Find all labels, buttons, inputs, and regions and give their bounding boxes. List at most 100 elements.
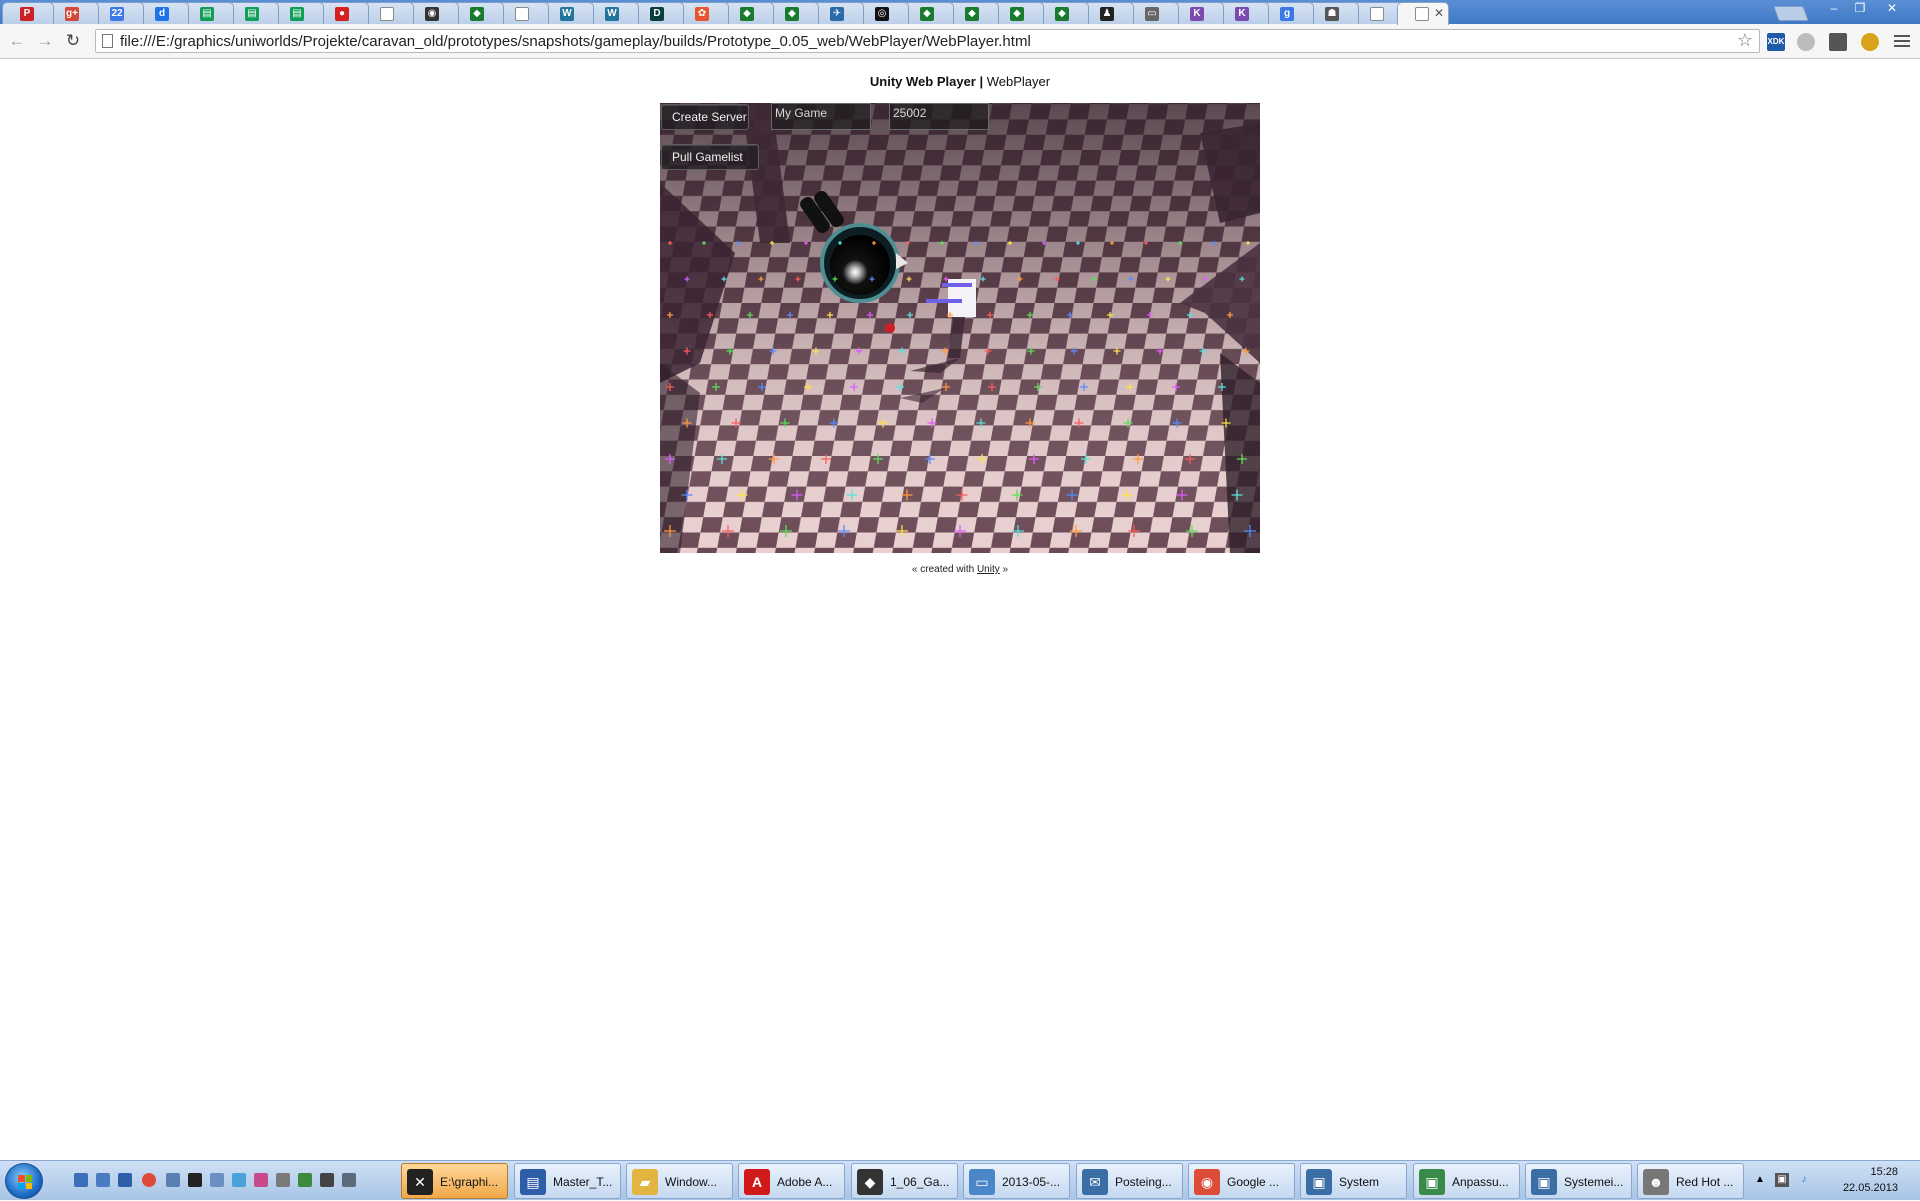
taskbar-item[interactable]: ▰ Window...: [626, 1163, 733, 1199]
browser-tab[interactable]: ▤: [227, 2, 279, 24]
address-bar[interactable]: file:///E:/graphics/uniworlds/Projekte/c…: [95, 29, 1760, 53]
chrome-icon[interactable]: [142, 1173, 156, 1187]
browser-tab[interactable]: [362, 2, 414, 24]
browser-tab[interactable]: ✕: [1397, 2, 1449, 25]
browser-tab[interactable]: ✿: [677, 2, 729, 24]
quicklaunch-icon[interactable]: [320, 1173, 334, 1187]
browser-tab[interactable]: ▭: [1127, 2, 1179, 24]
extension-icon[interactable]: [1829, 33, 1847, 51]
page-icon: [102, 34, 113, 48]
browser-tab[interactable]: [497, 2, 549, 24]
close-window-icon[interactable]: ✕: [1880, 0, 1904, 18]
browser-tab[interactable]: ◆: [947, 2, 999, 24]
browser-tab[interactable]: ☗: [1307, 2, 1359, 24]
browser-tab[interactable]: ◆: [722, 2, 774, 24]
new-tab-button[interactable]: [1773, 6, 1809, 21]
quicklaunch-icon[interactable]: [210, 1173, 224, 1187]
browser-tab[interactable]: ◆: [992, 2, 1044, 24]
browser-tab[interactable]: ◆: [767, 2, 819, 24]
taskbar-item[interactable]: ▣ System: [1300, 1163, 1407, 1199]
taskbar-item[interactable]: ✕ E:\graphi...: [401, 1163, 508, 1199]
quicklaunch-icon[interactable]: [298, 1173, 312, 1187]
tray-arrow-icon[interactable]: ▲: [1753, 1173, 1767, 1187]
browser-tab[interactable]: ◆: [1037, 2, 1089, 24]
clock-date[interactable]: 22.05.2013: [1843, 1182, 1898, 1194]
d-icon: D: [650, 7, 664, 21]
browser-tab[interactable]: W: [542, 2, 594, 24]
quicklaunch-icon[interactable]: [254, 1173, 268, 1187]
browser-tab[interactable]: 22: [92, 2, 144, 24]
quicklaunch-icon[interactable]: [276, 1173, 290, 1187]
taskbar-item[interactable]: ▣ Systemei...: [1525, 1163, 1632, 1199]
xnview-icon[interactable]: [188, 1173, 202, 1187]
taskbar-item[interactable]: ◆ 1_06_Ga...: [851, 1163, 958, 1199]
browser-tab[interactable]: D: [632, 2, 684, 24]
pull-gamelist-button[interactable]: Pull Gamelist: [661, 144, 759, 170]
browser-tab[interactable]: ▤: [272, 2, 324, 24]
browser-tab[interactable]: ✈: [812, 2, 864, 24]
system-icon: ▣: [1531, 1169, 1557, 1195]
pinterest-icon: P: [20, 7, 34, 21]
clock-time[interactable]: 15:28: [1870, 1166, 1898, 1178]
quicklaunch-icon[interactable]: [342, 1173, 356, 1187]
close-tab-icon[interactable]: ✕: [1434, 6, 1444, 20]
browser-tab[interactable]: ◆: [902, 2, 954, 24]
taskbar-item-label: Red Hot ...: [1676, 1175, 1734, 1189]
browser-tab[interactable]: ●: [317, 2, 369, 24]
game-scene[interactable]: [660, 103, 1260, 553]
restore-icon[interactable]: ❐: [1848, 0, 1872, 18]
show-desktop-icon[interactable]: [74, 1173, 88, 1187]
browser-tab[interactable]: g+: [47, 2, 99, 24]
browser-tab[interactable]: W: [587, 2, 639, 24]
browser-tab[interactable]: ◉: [407, 2, 459, 24]
sheets-icon: ▤: [290, 7, 304, 21]
taskbar-item[interactable]: ▤ Master_T...: [514, 1163, 621, 1199]
chrome-icon: ◉: [1194, 1169, 1220, 1195]
k-icon: K: [1190, 7, 1204, 21]
reload-icon[interactable]: ↻: [62, 30, 84, 52]
taskbar-item-label: E:\graphi...: [440, 1175, 499, 1189]
extension-icon[interactable]: [1861, 33, 1879, 51]
back-icon[interactable]: ←: [6, 30, 28, 52]
create-server-button[interactable]: Create Server: [661, 104, 749, 130]
browser-tab[interactable]: ▤: [182, 2, 234, 24]
forward-icon[interactable]: →: [34, 30, 56, 52]
browser-tab[interactable]: P: [2, 2, 54, 24]
browser-tab[interactable]: ◎: [857, 2, 909, 24]
taskbar-item[interactable]: ✉ Posteing...: [1076, 1163, 1183, 1199]
unity-player[interactable]: Create Server My Game 25002 Pull Gamelis…: [660, 103, 1260, 553]
browser-tab[interactable]: g: [1262, 2, 1314, 24]
minimize-icon[interactable]: –: [1822, 0, 1846, 18]
page-title-rest: WebPlayer: [986, 74, 1051, 89]
folder-icon: ▰: [632, 1169, 658, 1195]
port-field[interactable]: 25002: [889, 103, 989, 130]
menu-icon[interactable]: [1894, 32, 1910, 50]
volume-icon[interactable]: ♪: [1797, 1173, 1811, 1187]
start-button[interactable]: [5, 1163, 43, 1199]
browser-tab[interactable]: K: [1217, 2, 1269, 24]
quicklaunch-icon[interactable]: [232, 1173, 246, 1187]
browser-tab[interactable]: ◆: [452, 2, 504, 24]
taskbar-item[interactable]: A Adobe A...: [738, 1163, 845, 1199]
diamond-icon: ◆: [470, 7, 484, 21]
extension-icon[interactable]: [1797, 33, 1815, 51]
game-name-field[interactable]: My Game: [771, 103, 871, 130]
bookmark-star-icon[interactable]: ☆: [1737, 30, 1753, 51]
taskbar-item[interactable]: ▭ 2013-05-...: [963, 1163, 1070, 1199]
sheets-icon: ▤: [245, 7, 259, 21]
browser-tab[interactable]: d: [137, 2, 189, 24]
xdk-extension-icon[interactable]: XDK: [1767, 33, 1785, 51]
wordpress-icon: W: [605, 7, 619, 21]
quicklaunch-icon[interactable]: [166, 1173, 180, 1187]
d-icon: d: [155, 7, 169, 21]
url-text[interactable]: file:///E:/graphics/uniworlds/Projekte/c…: [120, 33, 1031, 50]
quicklaunch-icon[interactable]: [118, 1173, 132, 1187]
network-icon[interactable]: ▣: [1775, 1173, 1789, 1187]
taskbar-item[interactable]: ☻ Red Hot ...: [1637, 1163, 1744, 1199]
taskbar-item[interactable]: ◉ Google ...: [1188, 1163, 1295, 1199]
taskbar-item[interactable]: ▣ Anpassu...: [1413, 1163, 1520, 1199]
quicklaunch-icon[interactable]: [96, 1173, 110, 1187]
browser-tab[interactable]: ♟: [1082, 2, 1134, 24]
unity-link[interactable]: Unity: [977, 564, 1000, 575]
browser-tab[interactable]: K: [1172, 2, 1224, 24]
